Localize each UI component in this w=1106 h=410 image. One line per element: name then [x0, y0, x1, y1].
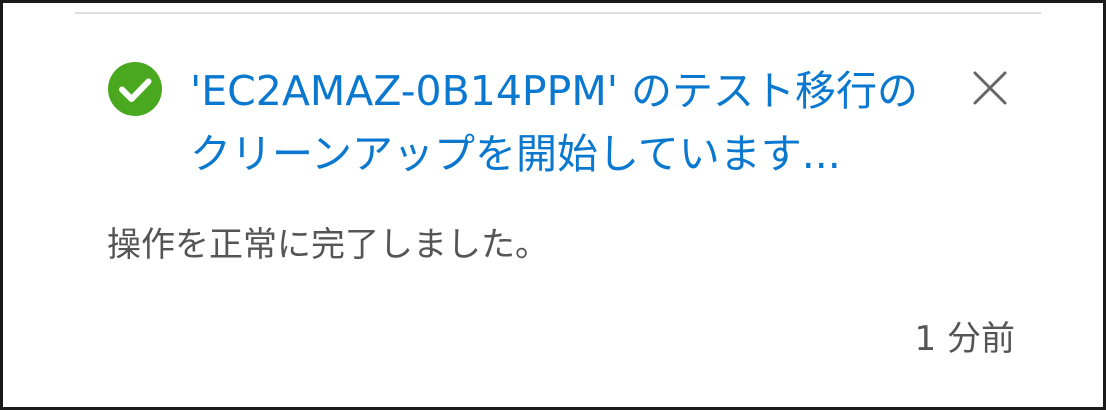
close-icon: [968, 66, 1012, 110]
divider: [75, 12, 1041, 14]
notification-title: 'EC2AMAZ-0B14PPM' のテスト移行のクリーンアップを開始しています…: [190, 67, 919, 178]
notification-timestamp: 1 分前: [914, 319, 1015, 359]
close-button[interactable]: [968, 66, 1012, 110]
notification-card: 'EC2AMAZ-0B14PPM' のテスト移行のクリーンアップを開始しています…: [0, 0, 1106, 410]
check-circle-icon: [107, 61, 163, 117]
notification-message: 操作を正常に完了しました。: [107, 225, 549, 265]
